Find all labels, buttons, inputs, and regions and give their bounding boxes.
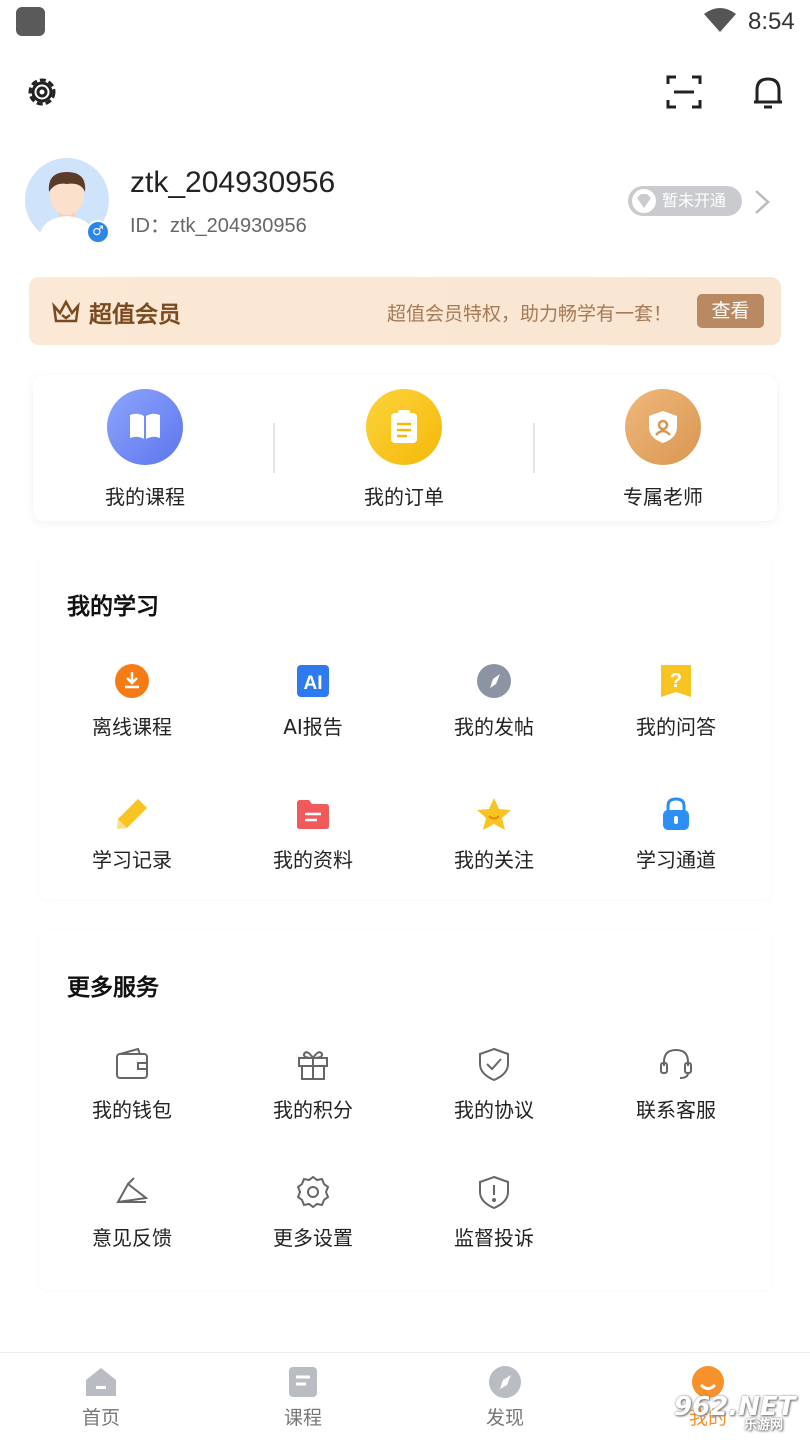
section-title: 更多服务 — [67, 975, 159, 1001]
crown-icon — [52, 299, 80, 323]
compass-icon — [476, 663, 512, 699]
supervision-complaint-button[interactable]: 监督投诉 — [419, 1174, 569, 1251]
vip-view-button[interactable]: 查看 — [697, 294, 764, 328]
offline-courses-button[interactable]: 离线课程 — [57, 663, 207, 740]
contact-support-button[interactable]: 联系客服 — [601, 1046, 751, 1123]
scan-icon[interactable] — [664, 72, 704, 112]
clipboard-icon — [366, 389, 442, 465]
study-records-button[interactable]: 学习记录 — [57, 796, 207, 873]
wifi-icon — [704, 8, 736, 32]
settings-gear-icon[interactable] — [22, 72, 62, 112]
my-study-section: 我的学习 离线课程 AI AI报告 我的发帖 ? 我的问答 学习记录 我的资料 — [39, 553, 771, 899]
headset-icon — [658, 1046, 694, 1082]
my-orders-button[interactable]: 我的订单 — [324, 389, 484, 510]
vip-title: 超值会员 — [89, 302, 181, 328]
tab-courses[interactable]: 课程 — [243, 1365, 363, 1430]
exclusive-teacher-button[interactable]: 专属老师 — [583, 389, 743, 510]
divider — [273, 423, 275, 473]
my-materials-button[interactable]: 我的资料 — [238, 796, 388, 873]
section-title: 我的学习 — [67, 594, 159, 620]
my-wallet-button[interactable]: 我的钱包 — [57, 1046, 207, 1123]
pencil-icon — [114, 796, 150, 832]
bell-icon[interactable] — [748, 72, 788, 112]
status-bar: 8:54 — [0, 0, 810, 44]
home-icon — [84, 1365, 118, 1399]
divider — [533, 423, 535, 473]
star-icon — [476, 796, 512, 832]
watermark: 962.NET 乐游网 — [674, 1392, 796, 1433]
course-icon — [286, 1365, 320, 1399]
tab-home[interactable]: 首页 — [41, 1365, 161, 1430]
ai-icon: AI — [295, 663, 331, 699]
app-notification-icon — [16, 7, 45, 36]
shield-check-icon — [476, 1046, 512, 1082]
my-posts-button[interactable]: 我的发帖 — [419, 663, 569, 740]
status-time: 8:54 — [748, 8, 795, 35]
my-agreements-button[interactable]: 我的协议 — [419, 1046, 569, 1123]
vip-description: 超值会员特权，助力畅学有一套！ — [387, 303, 673, 325]
ai-report-button[interactable]: AI AI报告 — [238, 663, 388, 740]
male-gender-icon: ♂ — [86, 220, 110, 244]
svg-text:AI: AI — [304, 673, 323, 694]
shield-alert-icon — [476, 1174, 512, 1210]
user-id: ID：ztk_204930956 — [130, 215, 307, 237]
more-services-section: 更多服务 我的钱包 我的积分 我的协议 联系客服 意见反馈 更多设置 监督投诉 — [39, 930, 771, 1290]
discover-icon — [488, 1365, 522, 1399]
teacher-shield-icon — [625, 389, 701, 465]
vip-status-badge[interactable]: 暂未开通 — [628, 186, 742, 216]
my-follows-button[interactable]: 我的关注 — [419, 796, 569, 873]
folder-icon — [295, 796, 331, 832]
my-points-button[interactable]: 我的积分 — [238, 1046, 388, 1123]
svg-text:?: ? — [670, 670, 682, 692]
question-icon: ? — [658, 663, 694, 699]
feedback-icon — [114, 1174, 150, 1210]
chevron-right-icon[interactable] — [752, 189, 772, 215]
feedback-button[interactable]: 意见反馈 — [57, 1174, 207, 1251]
book-icon — [107, 389, 183, 465]
lock-icon — [658, 796, 694, 832]
download-icon — [114, 663, 150, 699]
gift-icon — [295, 1046, 331, 1082]
vip-banner[interactable]: 超值会员 超值会员特权，助力畅学有一套！ 查看 — [29, 277, 781, 345]
vip-status-label: 暂未开通 — [662, 191, 727, 210]
study-channel-button[interactable]: 学习通道 — [601, 796, 751, 873]
more-settings-button[interactable]: 更多设置 — [238, 1174, 388, 1251]
my-courses-button[interactable]: 我的课程 — [65, 389, 225, 510]
username: ztk_204930956 — [130, 166, 336, 199]
my-qa-button[interactable]: ? 我的问答 — [601, 663, 751, 740]
gear-icon — [295, 1174, 331, 1210]
wallet-icon — [114, 1046, 150, 1082]
tab-discover[interactable]: 发现 — [445, 1365, 565, 1430]
diamond-icon — [632, 189, 656, 213]
quick-actions-card: 我的课程 我的订单 专属老师 — [33, 375, 777, 521]
